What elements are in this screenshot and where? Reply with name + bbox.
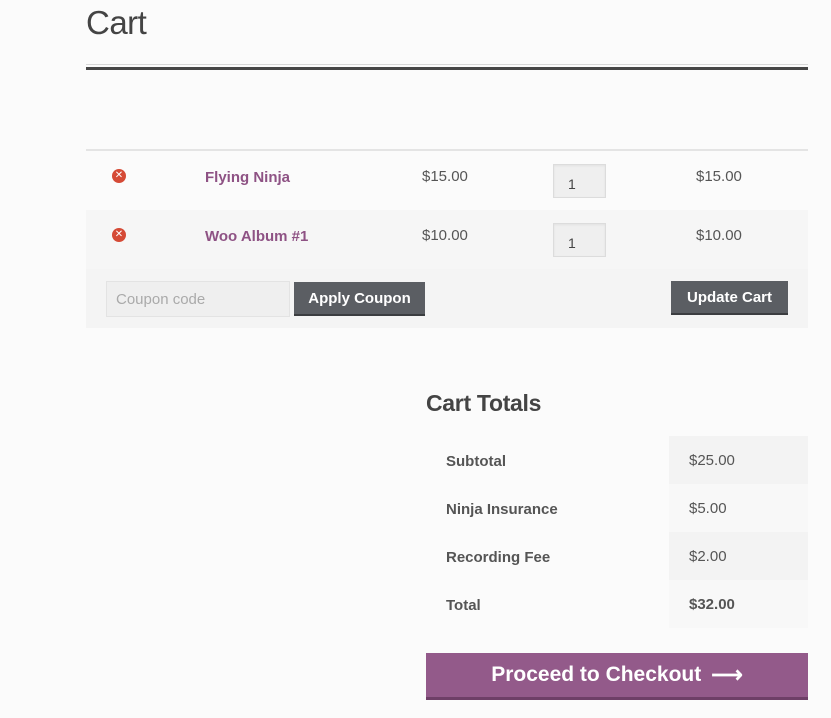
totals-value-cell: $2.00	[669, 532, 808, 580]
totals-value: $25.00	[689, 452, 735, 469]
product-name-link[interactable]: Woo Album #1	[205, 228, 308, 245]
totals-label: Ninja Insurance	[446, 501, 558, 518]
totals-row-ninja-insurance: Ninja Insurance $5.00	[426, 484, 808, 532]
order-total-value: $32.00	[689, 596, 735, 613]
apply-coupon-button[interactable]: Apply Coupon	[294, 282, 425, 316]
totals-label: Total	[446, 597, 481, 614]
checkout-label: Proceed to Checkout	[491, 663, 702, 686]
product-name-link[interactable]: Flying Ninja	[205, 169, 290, 186]
proceed-to-checkout-button[interactable]: Proceed to Checkout ⟶	[426, 653, 808, 700]
totals-value-cell: $32.00	[669, 580, 808, 628]
quantity-input[interactable]	[553, 164, 606, 198]
totals-value: $2.00	[689, 548, 727, 565]
coupon-code-input[interactable]	[106, 281, 290, 317]
product-price: $15.00	[422, 168, 468, 185]
totals-value: $5.00	[689, 500, 727, 517]
totals-row-recording-fee: Recording Fee $2.00	[426, 532, 808, 580]
totals-row-subtotal: Subtotal $25.00	[426, 436, 808, 484]
cart-item-row: ✕ Woo Album #1 $10.00 $10.00	[86, 210, 808, 269]
cart-actions-row: Apply Coupon Update Cart	[86, 269, 808, 328]
cart-totals-table: Subtotal $25.00 Ninja Insurance $5.00 Re…	[426, 436, 808, 628]
cart-page: Cart ✕ Flying Ninja $15.00 $15.00 ✕ Woo …	[0, 0, 831, 718]
product-subtotal: $10.00	[696, 227, 742, 244]
totals-row-total: Total $32.00	[426, 580, 808, 628]
cart-item-row: ✕ Flying Ninja $15.00 $15.00	[86, 151, 808, 210]
product-price: $10.00	[422, 227, 468, 244]
remove-item-icon[interactable]: ✕	[112, 228, 126, 242]
page-title: Cart	[86, 4, 147, 41]
title-divider	[86, 67, 808, 70]
totals-label: Subtotal	[446, 453, 506, 470]
quantity-input[interactable]	[553, 223, 606, 257]
cart-totals-heading: Cart Totals	[426, 390, 542, 416]
totals-value-cell: $5.00	[669, 484, 808, 532]
remove-item-icon[interactable]: ✕	[112, 169, 126, 183]
update-cart-button[interactable]: Update Cart	[671, 281, 788, 315]
cart-table: ✕ Flying Ninja $15.00 $15.00 ✕ Woo Album…	[86, 149, 808, 328]
totals-value-cell: $25.00	[669, 436, 808, 484]
product-subtotal: $15.00	[696, 168, 742, 185]
title-divider-thin	[86, 64, 808, 65]
right-arrow-icon: ⟶	[711, 662, 743, 687]
totals-label: Recording Fee	[446, 549, 551, 566]
